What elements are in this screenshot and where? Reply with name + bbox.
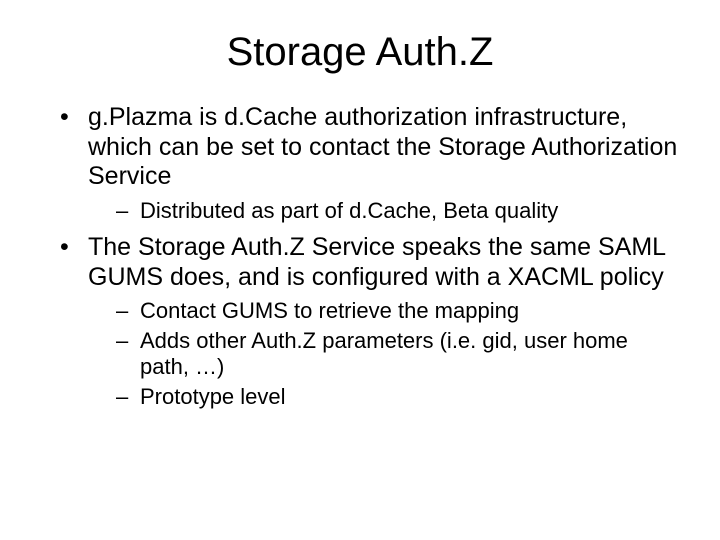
list-item: Prototype level xyxy=(116,384,680,410)
sub-bullet-list: Contact GUMS to retrieve the mapping Add… xyxy=(116,298,680,410)
slide: Storage Auth.Z g.Plazma is d.Cache autho… xyxy=(0,0,720,540)
list-item: Contact GUMS to retrieve the mapping xyxy=(116,298,680,324)
bullet-text: Prototype level xyxy=(140,384,286,409)
sub-bullet-list: Distributed as part of d.Cache, Beta qua… xyxy=(116,198,680,224)
bullet-text: The Storage Auth.Z Service speaks the sa… xyxy=(88,233,665,291)
bullet-text: g.Plazma is d.Cache authorization infras… xyxy=(88,103,677,190)
list-item: g.Plazma is d.Cache authorization infras… xyxy=(60,103,680,223)
bullet-text: Adds other Auth.Z parameters (i.e. gid, … xyxy=(140,328,628,379)
bullet-text: Distributed as part of d.Cache, Beta qua… xyxy=(140,198,558,223)
bullet-text: Contact GUMS to retrieve the mapping xyxy=(140,298,519,323)
bullet-list: g.Plazma is d.Cache authorization infras… xyxy=(60,103,680,410)
list-item: The Storage Auth.Z Service speaks the sa… xyxy=(60,233,680,410)
list-item: Distributed as part of d.Cache, Beta qua… xyxy=(116,198,680,224)
list-item: Adds other Auth.Z parameters (i.e. gid, … xyxy=(116,328,680,380)
slide-title: Storage Auth.Z xyxy=(40,30,680,75)
